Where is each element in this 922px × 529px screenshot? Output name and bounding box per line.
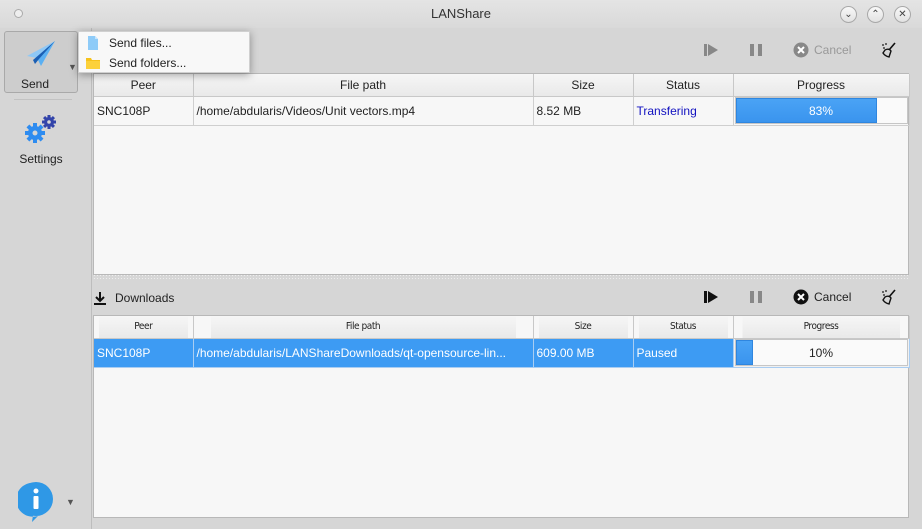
send-button[interactable]: Send ▼ <box>4 31 78 93</box>
window-title: LANShare <box>431 6 491 21</box>
maximize-button[interactable]: ⌃ <box>867 6 884 23</box>
column-header-size[interactable]: Size <box>538 316 629 339</box>
column-header-status[interactable]: Status <box>638 316 729 339</box>
progress-bar: 10% <box>734 339 908 366</box>
paper-plane-icon <box>27 41 55 66</box>
size-cell: 609.00 MB <box>533 338 634 368</box>
progress-bar: 83% <box>734 97 908 124</box>
status-cell: Paused <box>633 338 734 368</box>
minimize-button[interactable]: ⌄ <box>840 6 857 23</box>
file-icon <box>88 36 98 50</box>
title-bar: LANShare ⌄ ⌃ ✕ <box>0 0 922 28</box>
downloads-pause-button[interactable] <box>748 289 764 305</box>
column-header-peer[interactable]: Peer <box>98 316 189 339</box>
downloads-table: Peer File path Size Status Progress SNC1… <box>93 315 910 518</box>
column-header-peer[interactable]: Peer <box>94 74 194 97</box>
file-path-cell: /home/abdularis/LANShareDownloads/qt-ope… <box>193 338 534 368</box>
downloads-resume-button[interactable] <box>703 289 719 305</box>
broom-icon <box>882 289 896 305</box>
settings-label: Settings <box>19 152 63 166</box>
pause-icon <box>750 44 762 56</box>
downloads-title: Downloads <box>93 291 174 305</box>
uploads-clear-button[interactable] <box>881 42 897 58</box>
close-button[interactable]: ✕ <box>894 6 911 23</box>
uploads-resume-button[interactable] <box>703 42 719 58</box>
send-menu: Send files... Send folders... <box>78 31 250 73</box>
progress-cell: 10% <box>733 338 910 368</box>
column-header-status[interactable]: Status <box>633 74 734 97</box>
table-row[interactable]: SNC108P /home/abdularis/LANShareDownload… <box>94 338 910 368</box>
progress-cell: 83% <box>733 96 910 126</box>
uploads-cancel-label: Cancel <box>814 43 852 57</box>
uploads-pause-button[interactable] <box>748 42 764 58</box>
downloads-title-label: Downloads <box>115 291 175 305</box>
uploads-table: Peer File path Size Status Progress SNC1… <box>93 73 910 275</box>
downloads-clear-button[interactable] <box>881 289 897 305</box>
settings-button[interactable]: Settings <box>0 112 82 172</box>
status-cell: Transfering <box>633 96 734 126</box>
download-icon <box>94 292 106 305</box>
menu-item-label: Send folders... <box>109 56 187 70</box>
chevron-up-icon: ⌃ <box>871 9 880 20</box>
progress-text: 83% <box>808 104 834 118</box>
menu-item-send-folders[interactable]: Send folders... <box>85 53 186 73</box>
downloads-cancel-button[interactable]: Cancel <box>793 289 851 305</box>
send-label: Send <box>20 77 50 91</box>
downloads-cancel-label: Cancel <box>814 290 852 304</box>
broom-icon <box>882 42 896 58</box>
chevron-down-icon: ⌄ <box>844 9 853 20</box>
cancel-icon <box>793 42 809 58</box>
peer-cell: SNC108P <box>94 96 194 126</box>
table-row[interactable]: SNC108P /home/abdularis/Videos/Unit vect… <box>94 96 910 126</box>
column-header-file-path[interactable]: File path <box>210 316 517 339</box>
resume-icon <box>704 44 718 56</box>
pause-icon <box>750 291 762 303</box>
menu-item-send-files[interactable]: Send files... <box>85 33 172 53</box>
downloads-header-row: Peer File path Size Status Progress <box>94 316 909 339</box>
size-cell: 8.52 MB <box>533 96 634 126</box>
resume-icon <box>704 291 718 303</box>
sidebar: Send ▼ Settings ▼ <box>0 28 92 529</box>
peer-cell: SNC108P <box>94 338 194 368</box>
uploads-header-row: Peer File path Size Status Progress <box>94 74 910 97</box>
progress-text: 10% <box>808 346 834 360</box>
info-dropdown-arrow-icon[interactable]: ▼ <box>66 497 75 507</box>
info-icon[interactable] <box>18 482 54 522</box>
column-header-progress[interactable]: Progress <box>741 316 901 339</box>
column-header-file-path[interactable]: File path <box>193 74 534 97</box>
main-panel: Cancel Peer File path Size Status Progre… <box>93 28 922 529</box>
column-header-progress[interactable]: Progress <box>733 74 910 97</box>
column-header-size[interactable]: Size <box>533 74 634 97</box>
cancel-icon <box>793 289 809 305</box>
uploads-cancel-button[interactable]: Cancel <box>793 42 851 58</box>
dropdown-arrow-icon[interactable]: ▼ <box>68 62 77 72</box>
gears-icon <box>25 115 56 143</box>
sidebar-divider <box>14 99 72 100</box>
file-path-cell: /home/abdularis/Videos/Unit vectors.mp4 <box>193 96 534 126</box>
menu-item-label: Send files... <box>109 36 172 50</box>
folder-icon <box>86 58 100 69</box>
close-icon: ✕ <box>898 9 907 20</box>
